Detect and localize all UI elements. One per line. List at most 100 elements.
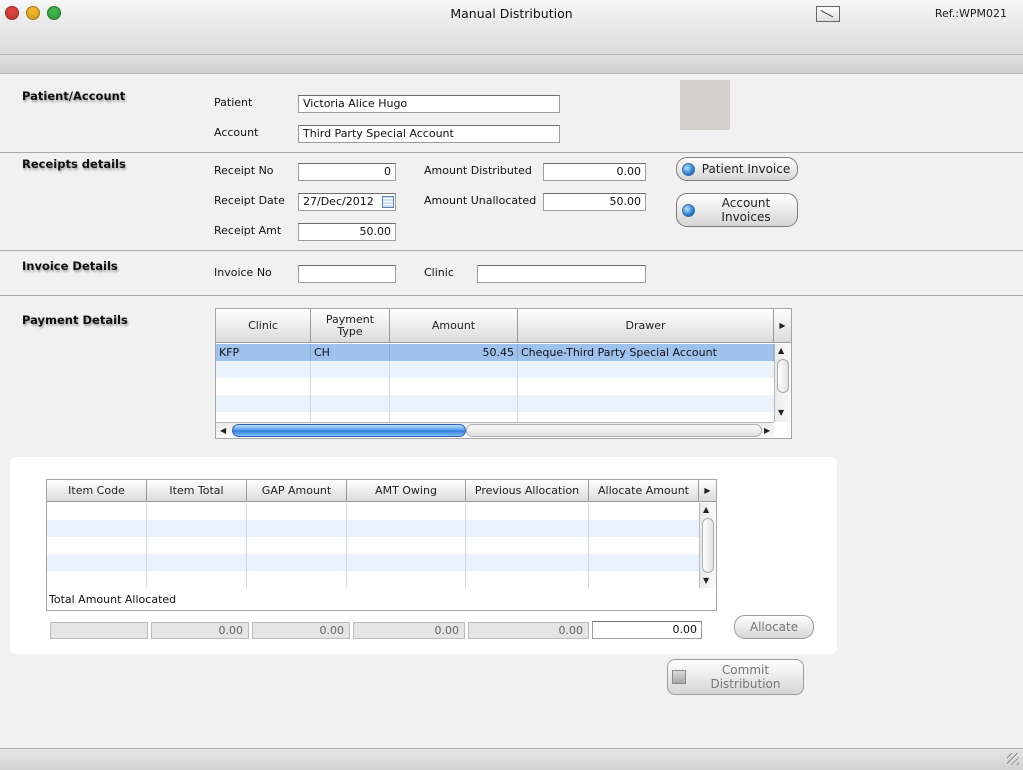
column-divider: [517, 361, 518, 422]
divider: [0, 152, 1023, 153]
payment-col-amount[interactable]: Amount: [390, 309, 518, 343]
account-label: Account: [214, 126, 259, 139]
receipt-no-label: Receipt No: [214, 164, 274, 177]
table-row[interactable]: [216, 378, 774, 395]
total-item-code: [50, 622, 148, 639]
commit-button-label-line1: Commit: [721, 663, 770, 677]
invoice-no-label: Invoice No: [214, 266, 272, 279]
receipt-date-value: 27/Dec/2012: [303, 195, 374, 208]
commit-distribution-button[interactable]: Commit Distribution: [667, 659, 804, 695]
payment-cell-drawer: Cheque-Third Party Special Account: [518, 344, 774, 361]
alloc-col-item-total[interactable]: Item Total: [147, 480, 247, 502]
scroll-right-arrow-icon[interactable]: ▶: [774, 309, 791, 343]
column-divider: [588, 503, 589, 588]
patient-label: Patient: [214, 96, 253, 109]
scroll-down-arrow-icon[interactable]: ▼: [703, 576, 709, 586]
screen-reference: Ref.:WPM021: [934, 7, 1007, 20]
total-allocate-amount-field[interactable]: 0.00: [592, 621, 702, 639]
clinic-field[interactable]: [477, 265, 646, 283]
window-titlebar: Manual Distribution Ref.:WPM021: [0, 0, 1023, 55]
alloc-col-previous-allocation[interactable]: Previous Allocation: [466, 480, 589, 502]
receipts-section-title: Receipts details: [22, 157, 126, 171]
allocation-vertical-scrollbar[interactable]: ▲ ▼: [699, 503, 716, 588]
column-divider: [389, 361, 390, 422]
calendar-icon[interactable]: [382, 196, 394, 208]
payment-horizontal-scroll-track: [466, 424, 762, 437]
patient-invoice-button-label: Patient Invoice: [701, 162, 791, 176]
scroll-left-arrow-icon[interactable]: ◀: [220, 426, 226, 436]
alloc-col-amt-owing[interactable]: AMT Owing: [347, 480, 466, 502]
payment-horizontal-scrollbar[interactable]: ◀ ▶: [216, 422, 774, 438]
resize-window-icon[interactable]: [816, 6, 840, 22]
total-gap-amount: 0.00: [252, 622, 350, 639]
table-row[interactable]: [47, 503, 699, 520]
receipt-date-field[interactable]: 27/Dec/2012: [298, 193, 396, 211]
toolbar-strip: [0, 55, 1023, 74]
payment-section-title: Payment Details: [22, 313, 128, 327]
account-invoices-button[interactable]: Account Invoices: [676, 193, 798, 227]
alloc-col-gap-amount[interactable]: GAP Amount: [247, 480, 347, 502]
receipt-amt-field[interactable]: 50.00: [298, 223, 396, 241]
table-row[interactable]: KFP CH 50.45 Cheque-Third Party Special …: [216, 344, 774, 361]
payment-col-payment-type[interactable]: Payment Type: [311, 309, 390, 343]
window-title: Manual Distribution: [450, 6, 573, 21]
total-item-total: 0.00: [151, 622, 249, 639]
receipt-no-field[interactable]: 0: [298, 163, 396, 181]
payment-cell-type: CH: [311, 344, 390, 361]
table-row[interactable]: [216, 412, 774, 422]
allocation-table[interactable]: Item Code Item Total GAP Amount AMT Owin…: [46, 479, 717, 611]
amount-distributed-field[interactable]: 0.00: [543, 163, 646, 181]
commit-button-label-line2: Distribution: [710, 677, 781, 691]
column-divider: [346, 503, 347, 588]
receipt-amt-label: Receipt Amt: [214, 224, 282, 237]
allocation-vertical-scroll-thumb[interactable]: [702, 518, 714, 573]
clinic-label: Clinic: [424, 266, 454, 279]
table-row[interactable]: [216, 395, 774, 412]
patient-field[interactable]: Victoria Alice Hugo: [298, 95, 560, 113]
account-field[interactable]: Third Party Special Account: [298, 125, 560, 143]
total-amt-owing: 0.00: [353, 622, 465, 639]
table-row[interactable]: [47, 520, 699, 537]
scroll-up-arrow-icon[interactable]: ▲: [778, 346, 784, 356]
patient-photo: [680, 80, 730, 130]
column-divider: [310, 361, 311, 422]
payment-vertical-scroll-thumb[interactable]: [777, 359, 789, 393]
column-divider: [246, 503, 247, 588]
payment-horizontal-scroll-thumb[interactable]: [232, 424, 466, 437]
table-row[interactable]: [47, 537, 699, 554]
status-bar: [0, 748, 1023, 770]
patient-account-section-title: Patient/Account: [22, 89, 126, 103]
account-invoices-button-label-line2: Invoices: [721, 210, 771, 224]
payment-col-clinic[interactable]: Clinic: [216, 309, 311, 343]
invoice-no-field[interactable]: [298, 265, 396, 283]
column-divider: [146, 503, 147, 588]
table-row[interactable]: [47, 554, 699, 571]
invoice-section-title: Invoice Details: [22, 259, 118, 273]
amount-unallocated-field[interactable]: 50.00: [543, 193, 646, 211]
alloc-col-item-code[interactable]: Item Code: [47, 480, 147, 502]
payment-col-drawer[interactable]: Drawer: [518, 309, 774, 343]
payment-table[interactable]: Clinic Payment Type Amount Drawer ▶ KFP C…: [215, 308, 792, 439]
alloc-col-allocate-amount[interactable]: Allocate Amount: [589, 480, 699, 502]
patient-invoice-button[interactable]: Patient Invoice: [676, 157, 798, 181]
globe-icon: [682, 204, 695, 217]
table-row[interactable]: [216, 361, 774, 378]
table-row[interactable]: [47, 571, 699, 588]
divider: [0, 250, 1023, 251]
save-disk-icon: [672, 670, 686, 684]
scroll-down-arrow-icon[interactable]: ▼: [778, 408, 784, 418]
payment-vertical-scrollbar[interactable]: ▲ ▼: [774, 344, 791, 422]
resize-grip-icon[interactable]: [1007, 753, 1019, 765]
column-divider: [465, 503, 466, 588]
divider: [0, 295, 1023, 296]
allocate-button[interactable]: Allocate: [734, 615, 814, 639]
payment-cell-clinic: KFP: [216, 344, 311, 361]
amount-distributed-label: Amount Distributed: [424, 164, 532, 177]
amount-unallocated-label: Amount Unallocated: [424, 194, 537, 207]
receipt-date-label: Receipt Date: [214, 194, 285, 207]
scroll-right-arrow-icon[interactable]: ▶: [764, 426, 770, 436]
account-invoices-button-label-line1: Account: [721, 196, 771, 210]
total-amount-allocated-label: Total Amount Allocated: [49, 593, 177, 606]
scroll-right-arrow-icon[interactable]: ▶: [699, 480, 716, 502]
scroll-up-arrow-icon[interactable]: ▲: [703, 505, 709, 515]
